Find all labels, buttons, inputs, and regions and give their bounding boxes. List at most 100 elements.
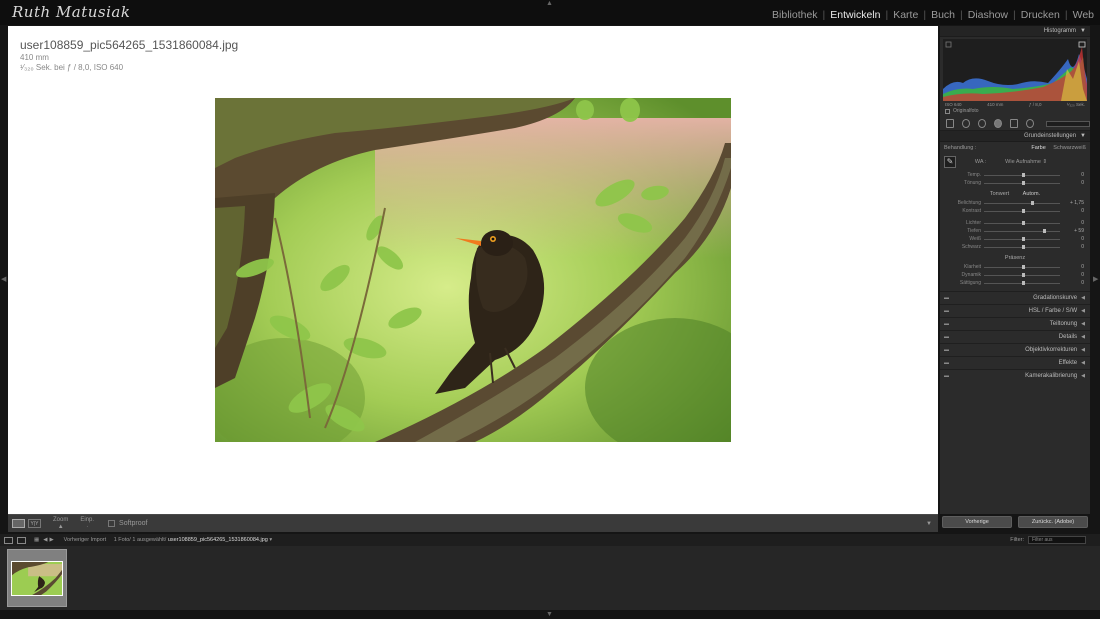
slider-value[interactable]: 0	[1060, 180, 1084, 186]
module-web[interactable]: Web	[1073, 9, 1094, 21]
slider-value[interactable]: 0	[1060, 208, 1084, 214]
slider-knob[interactable]	[1031, 200, 1035, 205]
panel-expand-icon[interactable]: ◀	[1081, 321, 1085, 327]
slider-value[interactable]: 0	[1060, 244, 1084, 250]
panel-section-header[interactable]: ▬ Gradationskurve ◀	[940, 291, 1090, 304]
slider-row[interactable]: Temp. 0	[944, 171, 1086, 179]
slider-value[interactable]: 0	[1060, 272, 1084, 278]
slider-value[interactable]: + 59	[1060, 228, 1084, 234]
module-drucken[interactable]: Drucken	[1021, 9, 1060, 21]
filter-dropdown[interactable]: Filter aus	[1028, 536, 1086, 544]
basic-panel-header[interactable]: Grundeinstellungen ▼	[940, 131, 1090, 142]
main-photo[interactable]	[215, 98, 731, 442]
panel-expand-icon[interactable]: ◀	[1081, 373, 1085, 379]
crop-tool-icon[interactable]	[962, 119, 971, 128]
back-arrow-icon[interactable]: ◀	[43, 537, 47, 543]
panel-switch-icon[interactable]: ▬	[944, 334, 949, 340]
slider-knob[interactable]	[1022, 172, 1025, 177]
slider-knob[interactable]	[1022, 220, 1025, 225]
slider-knob[interactable]	[1022, 272, 1025, 277]
treatment-bw-option[interactable]: Schwarzweiß	[1053, 145, 1086, 151]
slider-value[interactable]: 0	[1060, 236, 1084, 242]
main-window-icon[interactable]	[4, 536, 13, 544]
panel-expand-icon[interactable]: ◀	[1081, 360, 1085, 366]
slider-track[interactable]	[984, 236, 1060, 241]
right-panel-toggle-icon[interactable]: ▶	[1093, 275, 1098, 283]
softproof-checkbox[interactable]	[108, 520, 116, 527]
treatment-color-option[interactable]: Farbe	[1031, 145, 1045, 151]
slider-knob[interactable]	[1043, 228, 1047, 233]
slider-knob[interactable]	[1022, 236, 1025, 241]
left-panel-toggle-icon[interactable]: ◀	[1, 275, 6, 283]
adjustment-brush-slider[interactable]	[1046, 120, 1090, 127]
panel-switch-icon[interactable]: ▬	[944, 373, 949, 379]
wb-eyedropper-icon[interactable]: ✎	[944, 156, 956, 168]
slider-knob[interactable]	[1022, 280, 1025, 285]
forward-arrow-icon[interactable]: ▶	[49, 537, 53, 543]
module-bibliothek[interactable]: Bibliothek	[772, 9, 818, 21]
slider-value[interactable]: 0	[1060, 172, 1084, 178]
slider-row[interactable]: Tönung 0	[944, 179, 1086, 187]
toolbar-menu-chevron-icon[interactable]: ▼	[926, 521, 932, 527]
fit-control[interactable]: Einp. ·	[80, 517, 94, 531]
slider-track[interactable]	[984, 228, 1060, 233]
slider-row[interactable]: Tiefen + 59	[944, 227, 1086, 235]
slider-track[interactable]	[984, 220, 1060, 225]
module-karte[interactable]: Karte	[893, 9, 918, 21]
slider-row[interactable]: Belichtung + 1,75	[944, 199, 1086, 207]
panel-section-header[interactable]: ▬ HSL / Farbe / S/W ◀	[940, 304, 1090, 317]
slider-track[interactable]	[984, 280, 1060, 285]
slider-track[interactable]	[984, 244, 1060, 249]
basic-panel-collapse-icon[interactable]: ▼	[1080, 133, 1086, 139]
original-photo-checkbox[interactable]	[945, 108, 950, 114]
slider-track[interactable]	[984, 180, 1060, 185]
panel-section-header[interactable]: ▬ Effekte ◀	[940, 356, 1090, 369]
loupe-view-icon[interactable]	[12, 519, 25, 528]
slider-row[interactable]: Sättigung 0	[944, 279, 1086, 287]
filmstrip-thumbnail-cell[interactable]	[7, 549, 67, 607]
bottom-panel-toggle-icon[interactable]: ▼	[546, 611, 553, 618]
top-panel-toggle-icon[interactable]: ▲	[546, 0, 553, 7]
graduated-filter-tool-icon[interactable]	[1010, 119, 1019, 128]
panel-switch-icon[interactable]: ▬	[944, 347, 949, 353]
panel-section-header[interactable]: ▬ Details ◀	[940, 330, 1090, 343]
module-entwickeln[interactable]: Entwickeln	[830, 9, 880, 21]
histogram[interactable]	[943, 39, 1087, 101]
panel-switch-icon[interactable]: ▬	[944, 308, 949, 314]
slider-track[interactable]	[984, 272, 1060, 277]
wb-preset-dropdown[interactable]: Wie Aufnahme ⇕	[1005, 159, 1047, 165]
panel-expand-icon[interactable]: ◀	[1081, 308, 1085, 314]
before-after-view-icon[interactable]: Y|Y	[28, 519, 41, 528]
auto-tone-button[interactable]: Autom.	[1023, 191, 1040, 197]
grid-view-icon[interactable]: ▦	[34, 537, 39, 543]
panel-expand-icon[interactable]: ◀	[1081, 295, 1085, 301]
module-buch[interactable]: Buch	[931, 9, 955, 21]
panel-section-header[interactable]: ▬ Kamerakalibrierung ◀	[940, 369, 1090, 382]
slider-row[interactable]: Dynamik 0	[944, 271, 1086, 279]
panel-expand-icon[interactable]: ◀	[1081, 334, 1085, 340]
original-photo-toggle[interactable]: Originalfoto	[940, 108, 1090, 114]
module-diashow[interactable]: Diashow	[968, 9, 1008, 21]
previous-settings-button[interactable]: Vorherige	[942, 516, 1012, 528]
second-window-icon[interactable]	[17, 536, 26, 544]
slider-value[interactable]: + 1,75	[1060, 200, 1084, 206]
grid-overlay-tool-icon[interactable]	[946, 119, 955, 128]
panel-switch-icon[interactable]: ▬	[944, 321, 949, 327]
red-eye-tool-icon[interactable]	[994, 119, 1003, 128]
slider-value[interactable]: 0	[1060, 280, 1084, 286]
slider-knob[interactable]	[1022, 264, 1025, 269]
reset-button[interactable]: Zurückс. (Adobe)	[1018, 516, 1088, 528]
slider-row[interactable]: Kontrast 0	[944, 207, 1086, 215]
panel-switch-icon[interactable]: ▬	[944, 295, 949, 301]
image-canvas[interactable]: user108859_pic564265_1531860084.jpg 410 …	[8, 26, 938, 514]
slider-row[interactable]: Weiß 0	[944, 235, 1086, 243]
panel-expand-icon[interactable]: ◀	[1081, 347, 1085, 353]
slider-track[interactable]	[984, 200, 1060, 205]
slider-knob[interactable]	[1022, 208, 1025, 213]
slider-value[interactable]: 0	[1060, 264, 1084, 270]
slider-track[interactable]	[984, 172, 1060, 177]
spot-removal-tool-icon[interactable]	[978, 119, 987, 128]
slider-track[interactable]	[984, 264, 1060, 269]
zoom-control[interactable]: Zoom ▲	[53, 517, 68, 531]
slider-row[interactable]: Klarheit 0	[944, 263, 1086, 271]
